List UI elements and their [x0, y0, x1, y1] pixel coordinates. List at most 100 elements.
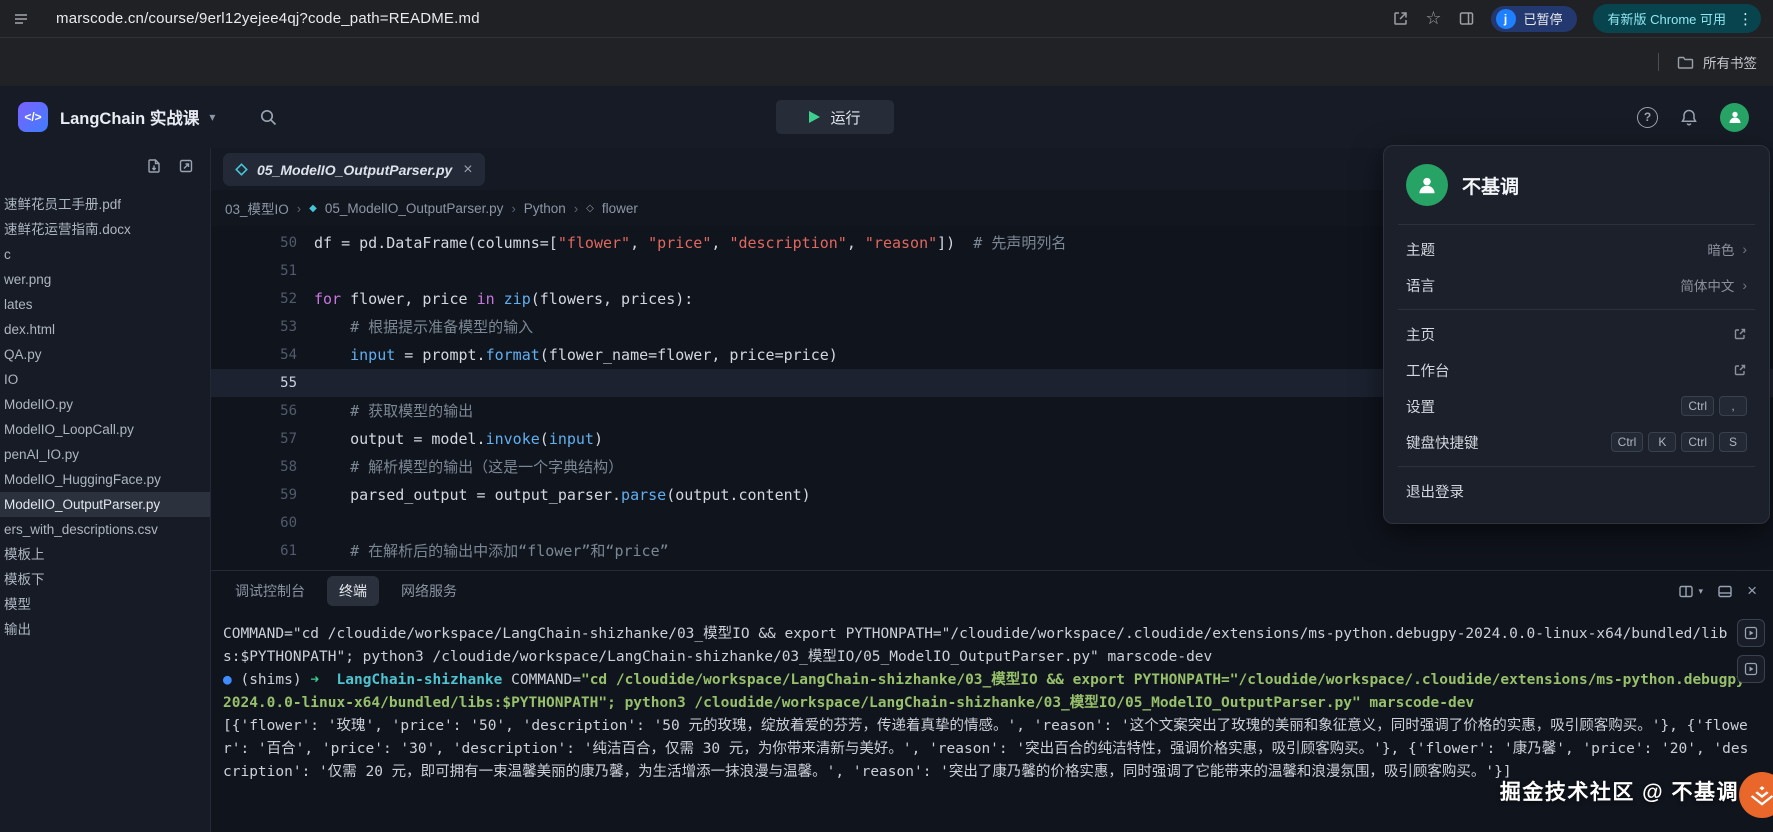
watermark: 掘金技术社区 @ 不基调: [1500, 776, 1739, 806]
tab-terminal[interactable]: 终端: [327, 576, 379, 606]
course-title[interactable]: LangChain 实战课: [60, 105, 199, 129]
user-avatar[interactable]: [1720, 103, 1749, 132]
home-label: 主页: [1406, 324, 1435, 345]
terminal-action-icon[interactable]: [1737, 619, 1765, 647]
notification-bell-icon[interactable]: [1680, 108, 1698, 127]
close-panel-icon[interactable]: ×: [1747, 581, 1757, 601]
file-item[interactable]: 速鲜花员工手册.pdf: [0, 192, 210, 217]
keyboard-key: Ctrl: [1681, 396, 1714, 416]
theme-value: 暗色: [1707, 239, 1734, 259]
panel-tab-bar: 调试控制台 终端 网络服务 ▾ ×: [211, 571, 1773, 611]
file-list: 速鲜花员工手册.pdf速鲜花运营指南.docxcwer.pnglatesdex.…: [0, 184, 210, 642]
open-in-new-icon[interactable]: [1392, 10, 1409, 27]
browser-actions: ☆ j 已暂停 有新版 Chrome 可用 ⋮: [1392, 4, 1761, 33]
breadcrumb-item[interactable]: 05_ModelIO_OutputParser.py: [325, 201, 504, 216]
code-line[interactable]: 61 # 在解析后的输出中添加“flower”和“price”: [211, 537, 1773, 565]
all-bookmarks-label[interactable]: 所有书签: [1703, 52, 1757, 72]
terminal-side-actions: [1737, 619, 1765, 683]
file-item[interactable]: lates: [0, 292, 210, 317]
search-icon[interactable]: [259, 108, 278, 127]
update-badge-label: 有新版 Chrome 可用: [1608, 9, 1726, 28]
split-panel-icon[interactable]: [1678, 584, 1694, 599]
file-item[interactable]: ModelIO_OutputParser.py: [0, 492, 210, 517]
file-item[interactable]: ModelIO_LoopCall.py: [0, 417, 210, 442]
help-icon[interactable]: ?: [1637, 107, 1658, 128]
file-explorer-toolbar: [0, 148, 210, 184]
paused-badge-label: 已暂停: [1524, 9, 1563, 28]
terminal-action-icon[interactable]: [1737, 655, 1765, 683]
user-menu: 不基调 主题 暗色 › 语言 简体中文› 主页 工作台 设置 Ctrl: [1383, 145, 1770, 524]
terminal-line: [{'flower': '玫瑰', 'price': '50', 'descri…: [223, 715, 1757, 784]
external-link-icon: [1733, 327, 1747, 341]
python-file-icon: [235, 163, 248, 176]
play-icon: [809, 111, 820, 123]
user-menu-header: 不基调: [1406, 164, 1747, 218]
language-value: 简体中文: [1680, 275, 1734, 295]
file-item[interactable]: 模型: [0, 592, 210, 617]
tab-title: 05_ModelIO_OutputParser.py: [257, 162, 452, 178]
settings-label: 设置: [1406, 396, 1435, 417]
chrome-update-badge[interactable]: 有新版 Chrome 可用 ⋮: [1593, 4, 1761, 33]
watermark-text: 掘金技术社区 @ 不基调: [1500, 781, 1739, 804]
close-tab-icon[interactable]: ×: [463, 161, 472, 179]
side-panel-icon[interactable]: [1458, 10, 1475, 27]
menu-item-workspace[interactable]: 工作台: [1406, 352, 1747, 388]
breadcrumb-item[interactable]: 03_模型IO: [225, 198, 289, 218]
file-item[interactable]: QA.py: [0, 342, 210, 367]
breadcrumb-item[interactable]: flower: [602, 201, 638, 216]
shortcuts-label: 键盘快捷键: [1406, 432, 1479, 453]
file-item[interactable]: 输出: [0, 617, 210, 642]
url-text[interactable]: marscode.cn/course/9erl12yejee4qj?code_p…: [56, 10, 480, 27]
screen: marscode.cn/course/9erl12yejee4qj?code_p…: [0, 0, 1773, 832]
tab-network-service[interactable]: 网络服务: [389, 576, 469, 606]
file-item[interactable]: 模板下: [0, 567, 210, 592]
divider: [1398, 224, 1755, 225]
terminal-line: COMMAND="cd /cloudide/workspace/LangChai…: [223, 623, 1757, 669]
tab-list-icon[interactable]: [12, 10, 30, 28]
menu-item-logout[interactable]: 退出登录: [1406, 473, 1747, 509]
chevron-down-icon[interactable]: ▾: [209, 110, 215, 124]
file-item[interactable]: ModelIO.py: [0, 392, 210, 417]
file-item[interactable]: c: [0, 242, 210, 267]
user-avatar-large: [1406, 164, 1448, 206]
breadcrumb-item[interactable]: Python: [524, 201, 566, 216]
file-item[interactable]: wer.png: [0, 267, 210, 292]
menu-item-language[interactable]: 语言 简体中文›: [1406, 267, 1747, 303]
divider: [1398, 466, 1755, 467]
file-item[interactable]: ers_with_descriptions.csv: [0, 517, 210, 542]
python-icon: ◆: [309, 203, 317, 214]
file-item[interactable]: dex.html: [0, 317, 210, 342]
menu-item-home[interactable]: 主页: [1406, 316, 1747, 352]
menu-item-shortcuts[interactable]: 键盘快捷键 Ctrl K Ctrl S: [1406, 424, 1747, 460]
keyboard-key: ,: [1719, 396, 1747, 416]
folder-icon: [1677, 55, 1694, 70]
file-item[interactable]: 模板上: [0, 542, 210, 567]
run-button-label: 运行: [830, 107, 860, 128]
keyboard-key: S: [1719, 432, 1747, 452]
kebab-menu-icon[interactable]: ⋮: [1738, 10, 1753, 28]
chevron-right-icon: ›: [1742, 241, 1747, 257]
bookmarks-bar: 所有书签: [0, 37, 1773, 86]
extension-paused-badge[interactable]: j 已暂停: [1491, 6, 1577, 32]
workspace-label: 工作台: [1406, 360, 1450, 381]
menu-item-theme[interactable]: 主题 暗色 ›: [1406, 231, 1747, 267]
file-item[interactable]: 速鲜花运营指南.docx: [0, 217, 210, 242]
file-item[interactable]: IO: [0, 367, 210, 392]
symbol-icon: ◇: [586, 203, 594, 214]
language-label: 语言: [1406, 275, 1435, 296]
theme-label: 主题: [1406, 239, 1435, 260]
open-editors-icon[interactable]: [178, 158, 194, 174]
file-item[interactable]: penAI_IO.py: [0, 442, 210, 467]
chevron-down-icon[interactable]: ▾: [1699, 586, 1704, 597]
app-logo[interactable]: </>: [18, 102, 48, 132]
editor-tab[interactable]: 05_ModelIO_OutputParser.py ×: [223, 153, 485, 186]
run-button[interactable]: 运行: [776, 100, 894, 134]
tab-debug-console[interactable]: 调试控制台: [223, 576, 317, 606]
panel-layout-icon[interactable]: [1717, 584, 1733, 599]
ide-header: </> LangChain 实战课 ▾ 运行 ?: [0, 86, 1773, 148]
file-item[interactable]: ModelIO_HuggingFace.py: [0, 467, 210, 492]
divider: [1658, 53, 1659, 71]
bookmark-star-icon[interactable]: ☆: [1425, 8, 1441, 29]
new-file-icon[interactable]: [146, 158, 162, 174]
menu-item-settings[interactable]: 设置 Ctrl ,: [1406, 388, 1747, 424]
